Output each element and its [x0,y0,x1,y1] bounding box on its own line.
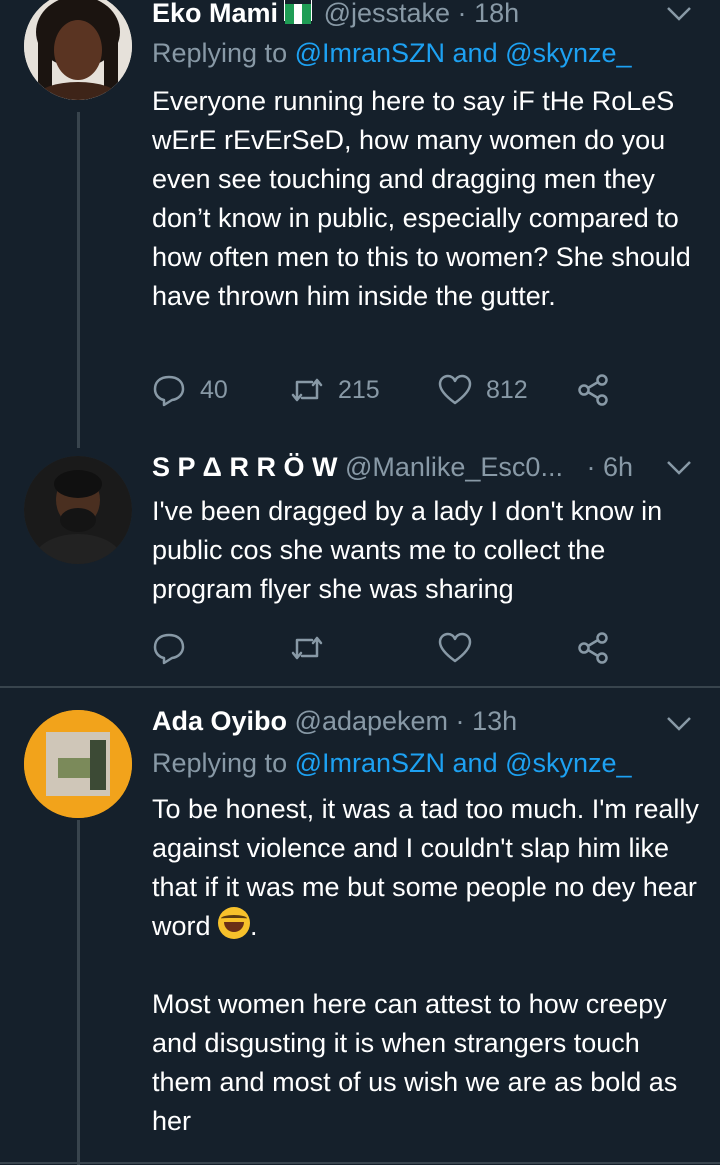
handle[interactable]: @jesstake [324,0,450,28]
retweet-icon [291,636,323,660]
display-name[interactable]: Eko Mami [152,0,278,28]
reply-count: 40 [200,375,228,404]
replying-to: Replying to @ImranSZN and @skynze_ [152,38,632,69]
tweet-header: Eko Mami @jesstake · 18h [152,0,680,29]
retweet-count: 215 [338,375,380,404]
reply-icon [153,633,185,665]
tweet-text: I've been dragged by a lady I don't know… [152,496,663,604]
nigeria-flag-icon [284,0,313,24]
tweet-text: Everyone running here to say iF tHe RoLe… [152,86,691,311]
like-button[interactable]: 812 [438,370,528,410]
replying-to-prefix: Replying to [152,38,288,68]
like-button[interactable] [438,628,472,668]
timestamp[interactable]: 6h [603,452,633,482]
separator: · [586,452,596,482]
tweet-paragraph-1-end: . [250,911,258,941]
reply-icon [153,375,185,407]
chevron-down-icon[interactable] [666,716,692,732]
display-name[interactable]: Ada Oyibo [152,706,287,736]
tweet-paragraph-1: To be honest, it was a tad too much. I'm… [152,790,702,946]
bottom-divider [0,1162,720,1164]
avatar[interactable] [24,710,132,818]
tweet-header: S P Δ R R Ö W @Manlike_Esc0... · 6h [152,452,680,483]
tweet-sparrow[interactable]: S P Δ R R Ö W @Manlike_Esc0... · 6h I've… [0,438,720,685]
avatar[interactable] [24,0,132,100]
replying-to-prefix: Replying to [152,748,288,778]
share-icon [578,632,608,664]
retweet-button[interactable]: 215 [290,370,380,410]
replying-to-users[interactable]: @ImranSZN and @skynze_ [295,748,632,778]
tweet-paragraph-2: Most women here can attest to how creepy… [152,989,678,1136]
thread-line [77,112,80,442]
timestamp[interactable]: 18h [474,0,519,28]
reply-button[interactable] [152,628,186,668]
retweet-button[interactable] [290,628,324,668]
tweet-ada-oyibo[interactable]: Ada Oyibo @adapekem · 13h Replying to @I… [0,688,720,1165]
tweet-text: To be honest, it was a tad too much. I'm… [152,790,702,1141]
avatar[interactable] [24,456,132,564]
display-name[interactable]: S P Δ R R Ö W [152,452,337,482]
share-icon [578,374,608,406]
retweet-icon [291,378,323,402]
handle[interactable]: @adapekem [295,706,449,736]
tweet-header: Ada Oyibo @adapekem · 13h [152,706,680,737]
tweet-eko-mami[interactable]: Eko Mami @jesstake · 18h Replying to @Im… [0,0,720,442]
replying-to-users[interactable]: @ImranSZN and @skynze_ [295,38,632,68]
like-icon [438,632,472,663]
chevron-down-icon[interactable] [666,460,692,476]
share-button[interactable] [577,628,611,668]
reply-button[interactable]: 40 [152,370,228,410]
replying-to: Replying to @ImranSZN and @skynze_ [152,748,632,779]
tweet-actions: 40 215 812 [152,370,622,410]
like-count: 812 [486,375,528,404]
share-button[interactable] [577,370,611,410]
timestamp[interactable]: 13h [472,706,517,736]
like-icon [438,374,472,405]
separator: · [455,706,465,736]
thread-line [77,438,80,448]
tears-of-joy-emoji [218,907,251,939]
tweet-actions [152,628,622,668]
separator: · [457,0,467,28]
handle[interactable]: @Manlike_Esc0... [345,452,563,482]
chevron-down-icon[interactable] [666,6,692,22]
thread-line [77,820,80,1165]
